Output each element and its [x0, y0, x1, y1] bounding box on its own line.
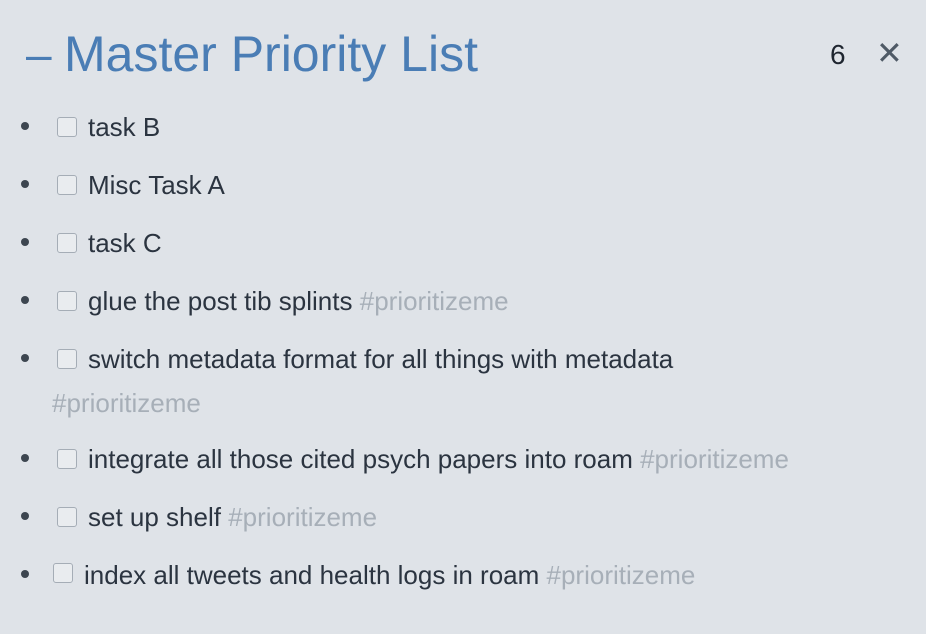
list-header: – Master Priority List 6 ✕ [0, 0, 926, 110]
tag-link[interactable]: #prioritizeme [547, 560, 696, 590]
bullet-icon[interactable] [21, 454, 29, 462]
task-label[interactable]: index all tweets and health logs in roam [84, 560, 539, 590]
bullet-icon[interactable] [21, 512, 29, 520]
bullet-icon[interactable] [21, 570, 29, 578]
list-item: switch metadata format for all things wi… [0, 340, 926, 424]
list-item: index all tweets and health logs in roam… [0, 556, 926, 596]
list-item: task B [0, 108, 926, 148]
todo-checkbox[interactable] [57, 291, 77, 311]
close-icon[interactable]: ✕ [876, 37, 903, 69]
task-label[interactable]: task B [88, 112, 160, 142]
page-title[interactable]: Master Priority List [64, 24, 478, 84]
bullet-icon[interactable] [21, 238, 29, 246]
todo-checkbox[interactable] [57, 349, 77, 369]
task-label[interactable]: integrate all those cited psych papers i… [88, 444, 633, 474]
bullet-icon[interactable] [21, 180, 29, 188]
task-text: integrate all those cited psych papers i… [88, 444, 789, 474]
task-label[interactable]: Misc Task A [88, 170, 225, 200]
list-item: glue the post tib splints #prioritizeme [0, 282, 926, 322]
task-text: glue the post tib splints #prioritizeme [88, 286, 509, 316]
list-item: integrate all those cited psych papers i… [0, 440, 926, 480]
todo-checkbox[interactable] [53, 563, 73, 583]
bullet-icon[interactable] [21, 354, 29, 362]
task-text: set up shelf #prioritizeme [88, 502, 377, 532]
todo-checkbox[interactable] [57, 175, 77, 195]
todo-checkbox[interactable] [57, 507, 77, 527]
task-label[interactable]: glue the post tib splints [88, 286, 353, 316]
task-label[interactable]: set up shelf [88, 502, 221, 532]
todo-checkbox[interactable] [57, 233, 77, 253]
todo-checkbox[interactable] [57, 117, 77, 137]
list-item: set up shelf #prioritizeme [0, 498, 926, 538]
task-label[interactable]: switch metadata format for all things wi… [88, 344, 673, 374]
collapse-toggle[interactable]: – [26, 26, 52, 82]
tag-link[interactable]: #prioritizeme [360, 286, 509, 316]
tag-link[interactable]: #prioritizeme [640, 444, 789, 474]
tag-link[interactable]: #prioritizeme [228, 502, 377, 532]
todo-checkbox[interactable] [57, 449, 77, 469]
bullet-icon[interactable] [21, 122, 29, 130]
bullet-icon[interactable] [21, 296, 29, 304]
reference-count: 6 [830, 39, 846, 70]
list-item: task C [0, 224, 926, 264]
task-label[interactable]: task C [88, 228, 162, 258]
tag-link[interactable]: #prioritizeme [52, 388, 201, 418]
task-text: index all tweets and health logs in roam… [84, 560, 695, 590]
list-item: Misc Task A [0, 166, 926, 206]
